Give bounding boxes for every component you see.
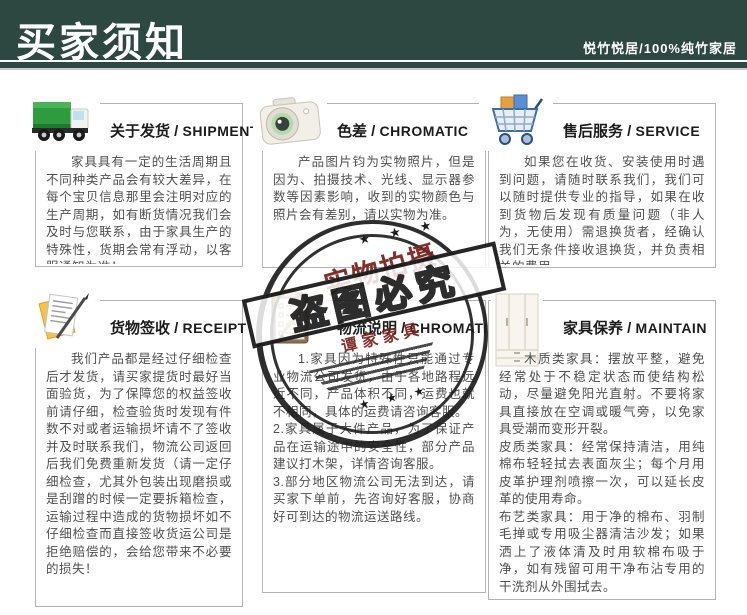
panel-title-service: 售后服务 / SERVICE	[563, 120, 700, 141]
clipboard-icon	[253, 286, 327, 348]
documents-icon	[26, 286, 100, 348]
panel-body: 我们产品都是经过仔细检查后才发货，请买家提货时最好当面验货，为了保障您的权益签收…	[36, 349, 242, 604]
panel-service: 售后服务 / SERVICE 如果您在收货、安装使用时遇到问题，请随时联系我们，…	[488, 103, 716, 268]
panel-title-zh: 售后服务	[563, 123, 623, 140]
panel-title-shipments: 关于发货 / SHIPMENTS	[110, 120, 269, 141]
brand-tagline: 悦竹悦居/100%纯竹家居	[583, 38, 737, 57]
panel-body: 木质类家具：摆放平整，避免经常处于不稳定状态而使结构松动，尽量避免阳光直射。不要…	[489, 349, 715, 597]
header-divider	[0, 60, 747, 62]
panel-paragraph: 木质类家具：摆放平整，避免经常处于不稳定状态而使结构松动，尽量避免阳光直射。不要…	[499, 351, 705, 439]
panel-title-en: CHROMATIC	[380, 123, 469, 139]
panel-title-zh: 家具保养	[563, 320, 623, 337]
panel-logistics: 物流说明 / CHROMATIC 1.家具因为特殊性只能通过专业物流公司发货，由…	[262, 300, 486, 593]
panel-maintain: 家具保养 / MAINTAIN 木质类家具：摆放平整，避免经常处于不稳定状态而使…	[488, 300, 716, 600]
panel-paragraph: 家具具有一定的生活周期且不同种类产品会有较大差异，在每个宝贝信息那里会注明对应的…	[46, 154, 232, 264]
panel-shipments: 关于发货 / SHIPMENTS 家具具有一定的生活周期且不同种类产品会有较大差…	[35, 103, 243, 267]
cart-icon	[479, 89, 553, 151]
header-bar: 买家须知 悦竹悦居/100%纯竹家居	[0, 0, 747, 70]
panel-body: 如果您在收货、安装使用时遇到问题，请随时联系我们，我们可以随时提供专业的指导，如…	[489, 152, 715, 265]
panel-body: 家具具有一定的生活周期且不同种类产品会有较大差异，在每个宝贝信息那里会注明对应的…	[36, 152, 242, 264]
panel-body: 产品图片钧为实物照片，但是因为、拍摄技术、光线、显示器参数等因素影响，收到的实物…	[263, 152, 485, 265]
panel-title-en: CHROMATIC	[410, 320, 499, 336]
panel-title-zh: 色差	[337, 123, 367, 140]
panel-paragraph: 如果您在收货、安装使用时遇到问题，请随时联系我们，我们可以随时提供专业的指导，如…	[499, 154, 705, 265]
panel-paragraph: 我们产品都是经过仔细检查后才发货，请买家提货时最好当面验货，为了保障您的权益签收…	[46, 351, 232, 579]
panel-paragraph: 产品图片钧为实物照片，但是因为、拍摄技术、光线、显示器参数等因素影响，收到的实物…	[273, 154, 475, 224]
panel-title-logistics: 物流说明 / CHROMATIC	[337, 317, 499, 338]
truck-icon	[26, 89, 100, 151]
camera-icon	[253, 89, 327, 151]
panel-paragraph: 2.家具属于大件产品，为了保证产品在运输途中的安全性，部分产品建议打木架，详情咨…	[273, 421, 475, 474]
buyer-notice-page: 买家须知 悦竹悦居/100%纯竹家居 关于发货 / SHIPMENTS 家具具有…	[0, 0, 747, 615]
panel-paragraph: 1.家具因为特殊性只能通过专业物流公司发货，由于各地路程远近不同，产品体积不同，…	[273, 351, 475, 421]
panel-body: 1.家具因为特殊性只能通过专业物流公司发货，由于各地路程远近不同，产品体积不同，…	[263, 349, 485, 590]
panel-title-en: RECEIPT	[183, 320, 247, 336]
panel-title-chromatic: 色差 / CHROMATIC	[337, 120, 469, 141]
panel-title-zh: 关于发货	[110, 123, 170, 140]
panel-paragraph: 3.部分地区物流公司无法到达，请买家下单前，先咨询好客服，协商好可到达的物流运送…	[273, 474, 475, 527]
panel-title-zh: 货物签收	[110, 320, 170, 337]
panel-chromatic: 色差 / CHROMATIC 产品图片钧为实物照片，但是因为、拍摄技术、光线、显…	[262, 103, 486, 268]
panel-title-en: SERVICE	[636, 123, 701, 139]
panel-title-maintain: 家具保养 / MAINTAIN	[563, 317, 707, 338]
panel-paragraph: 皮质类家具：经常保持清洁，用纯棉布轻轻拭去表面灰尘；每个月用皮革护理剂喷擦一次，…	[499, 439, 705, 509]
panel-title-zh: 物流说明	[337, 320, 397, 337]
panel-title-receipt: 货物签收 / RECEIPT	[110, 317, 247, 338]
panel-paragraph: 布艺类家具：用于净的棉布、羽制毛掸或专用吸尘器清洁沙发；如果洒上了液体清及时用软…	[499, 509, 705, 597]
panel-title-en: MAINTAIN	[636, 320, 707, 336]
panel-receipt: 货物签收 / RECEIPT 我们产品都是经过仔细检查后才发货，请买家提货时最好…	[35, 300, 243, 607]
